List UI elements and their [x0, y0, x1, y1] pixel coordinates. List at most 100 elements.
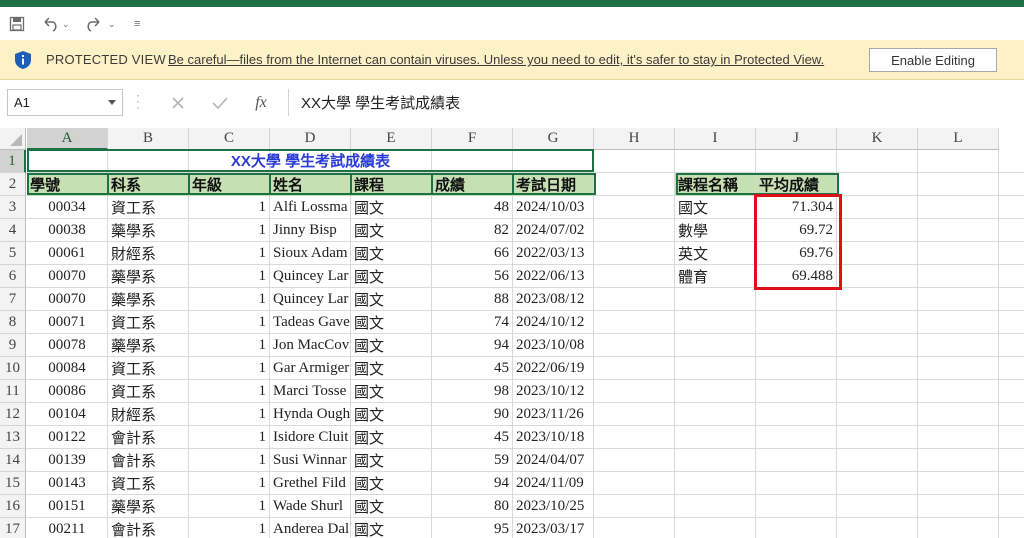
- table-cell[interactable]: Wade Shurl: [270, 495, 350, 518]
- table-cell[interactable]: 1: [189, 242, 269, 265]
- table-cell[interactable]: Tadeas Gave: [270, 311, 350, 334]
- table-cell[interactable]: 88: [432, 288, 512, 311]
- table-cell[interactable]: 56: [432, 265, 512, 288]
- column-header-a[interactable]: A: [27, 128, 108, 150]
- table-cell[interactable]: 00070: [27, 265, 107, 288]
- table-cell[interactable]: 1: [189, 196, 269, 219]
- table-cell[interactable]: 90: [432, 403, 512, 426]
- table-cell[interactable]: Sioux Adam: [270, 242, 350, 265]
- redo-dropdown-icon[interactable]: ⌄: [108, 13, 116, 35]
- summary-course-cell[interactable]: 國文: [675, 196, 755, 219]
- table-cell[interactable]: 1: [189, 472, 269, 495]
- header-cell[interactable]: 學號: [27, 173, 107, 196]
- table-cell[interactable]: 資工系: [108, 472, 188, 495]
- save-icon[interactable]: [9, 13, 25, 35]
- table-cell[interactable]: 45: [432, 426, 512, 449]
- table-cell[interactable]: 國文: [351, 495, 431, 518]
- row-header-7[interactable]: 7: [0, 288, 26, 311]
- table-cell[interactable]: 1: [189, 518, 269, 538]
- table-cell[interactable]: Quincey Lar: [270, 288, 350, 311]
- table-cell[interactable]: 00071: [27, 311, 107, 334]
- table-cell[interactable]: Anderea Dal: [270, 518, 350, 538]
- table-cell[interactable]: 1: [189, 495, 269, 518]
- column-header-e[interactable]: E: [351, 128, 432, 150]
- summary-header-cell[interactable]: 課程名稱: [675, 173, 755, 196]
- table-cell[interactable]: 00122: [27, 426, 107, 449]
- table-cell[interactable]: 00070: [27, 288, 107, 311]
- row-header-15[interactable]: 15: [0, 472, 26, 495]
- table-cell[interactable]: 2024/10/03: [513, 196, 593, 219]
- table-cell[interactable]: 1: [189, 403, 269, 426]
- table-cell[interactable]: 國文: [351, 472, 431, 495]
- sheet-title-cell[interactable]: XX大學 學生考試成績表: [27, 149, 594, 172]
- column-header-l[interactable]: L: [918, 128, 999, 150]
- table-cell[interactable]: 國文: [351, 265, 431, 288]
- table-cell[interactable]: Isidore Cluit: [270, 426, 350, 449]
- row-header-12[interactable]: 12: [0, 403, 26, 426]
- worksheet-grid[interactable]: ABCDEFGHIJKL 1 2 3 4 5 6 7 8 9 10 11 12 13 14 15 16 17 X…: [0, 126, 1024, 538]
- table-cell[interactable]: 59: [432, 449, 512, 472]
- table-cell[interactable]: 1: [189, 219, 269, 242]
- row-header-2[interactable]: 2: [0, 173, 26, 196]
- column-header-i[interactable]: I: [675, 128, 756, 150]
- table-cell[interactable]: 國文: [351, 357, 431, 380]
- column-header-k[interactable]: K: [837, 128, 918, 150]
- table-cell[interactable]: 2022/06/13: [513, 265, 593, 288]
- protected-view-message[interactable]: Be careful—files from the Internet can c…: [168, 52, 824, 67]
- header-cell[interactable]: 科系: [108, 173, 188, 196]
- table-cell[interactable]: Susi Winnar: [270, 449, 350, 472]
- cancel-icon[interactable]: [165, 90, 191, 116]
- table-cell[interactable]: 00061: [27, 242, 107, 265]
- chevron-down-icon[interactable]: [108, 100, 116, 105]
- customize-toolbar-icon[interactable]: ≡: [134, 13, 140, 35]
- table-cell[interactable]: 1: [189, 311, 269, 334]
- table-cell[interactable]: Grethel Fild: [270, 472, 350, 495]
- table-cell[interactable]: 資工系: [108, 311, 188, 334]
- table-cell[interactable]: 2022/03/13: [513, 242, 593, 265]
- table-cell[interactable]: 2024/04/07: [513, 449, 593, 472]
- table-cell[interactable]: 95: [432, 518, 512, 538]
- column-header-g[interactable]: G: [513, 128, 594, 150]
- table-cell[interactable]: Jon MacCov: [270, 334, 350, 357]
- table-cell[interactable]: 1: [189, 334, 269, 357]
- table-cell[interactable]: 2023/10/08: [513, 334, 593, 357]
- row-header-14[interactable]: 14: [0, 449, 26, 472]
- table-cell[interactable]: 94: [432, 334, 512, 357]
- column-header-b[interactable]: B: [108, 128, 189, 150]
- table-cell[interactable]: 會計系: [108, 449, 188, 472]
- header-cell[interactable]: 年級: [189, 173, 269, 196]
- table-cell[interactable]: 國文: [351, 196, 431, 219]
- insert-function-icon[interactable]: fx: [248, 90, 274, 116]
- table-cell[interactable]: 82: [432, 219, 512, 242]
- row-header-16[interactable]: 16: [0, 495, 26, 518]
- row-header-8[interactable]: 8: [0, 311, 26, 334]
- summary-course-cell[interactable]: 英文: [675, 242, 755, 265]
- table-cell[interactable]: 1: [189, 288, 269, 311]
- table-cell[interactable]: 00139: [27, 449, 107, 472]
- row-header-17[interactable]: 17: [0, 518, 26, 538]
- table-cell[interactable]: 00034: [27, 196, 107, 219]
- column-header-c[interactable]: C: [189, 128, 270, 150]
- table-cell[interactable]: 國文: [351, 380, 431, 403]
- table-cell[interactable]: 2023/03/17: [513, 518, 593, 538]
- table-cell[interactable]: 00084: [27, 357, 107, 380]
- row-header-4[interactable]: 4: [0, 219, 26, 242]
- table-cell[interactable]: 1: [189, 265, 269, 288]
- table-cell[interactable]: 藥學系: [108, 495, 188, 518]
- table-cell[interactable]: 2022/06/19: [513, 357, 593, 380]
- row-header-13[interactable]: 13: [0, 426, 26, 449]
- table-cell[interactable]: 國文: [351, 518, 431, 538]
- table-cell[interactable]: 2024/10/12: [513, 311, 593, 334]
- table-cell[interactable]: 2023/11/26: [513, 403, 593, 426]
- table-cell[interactable]: 資工系: [108, 196, 188, 219]
- table-cell[interactable]: 2023/10/12: [513, 380, 593, 403]
- table-cell[interactable]: 財經系: [108, 242, 188, 265]
- table-cell[interactable]: 1: [189, 357, 269, 380]
- table-cell[interactable]: 00078: [27, 334, 107, 357]
- enter-check-icon[interactable]: [207, 90, 233, 116]
- row-header-5[interactable]: 5: [0, 242, 26, 265]
- table-cell[interactable]: 00038: [27, 219, 107, 242]
- table-cell[interactable]: 2023/10/18: [513, 426, 593, 449]
- table-cell[interactable]: Alfi Lossma: [270, 196, 350, 219]
- table-cell[interactable]: 00086: [27, 380, 107, 403]
